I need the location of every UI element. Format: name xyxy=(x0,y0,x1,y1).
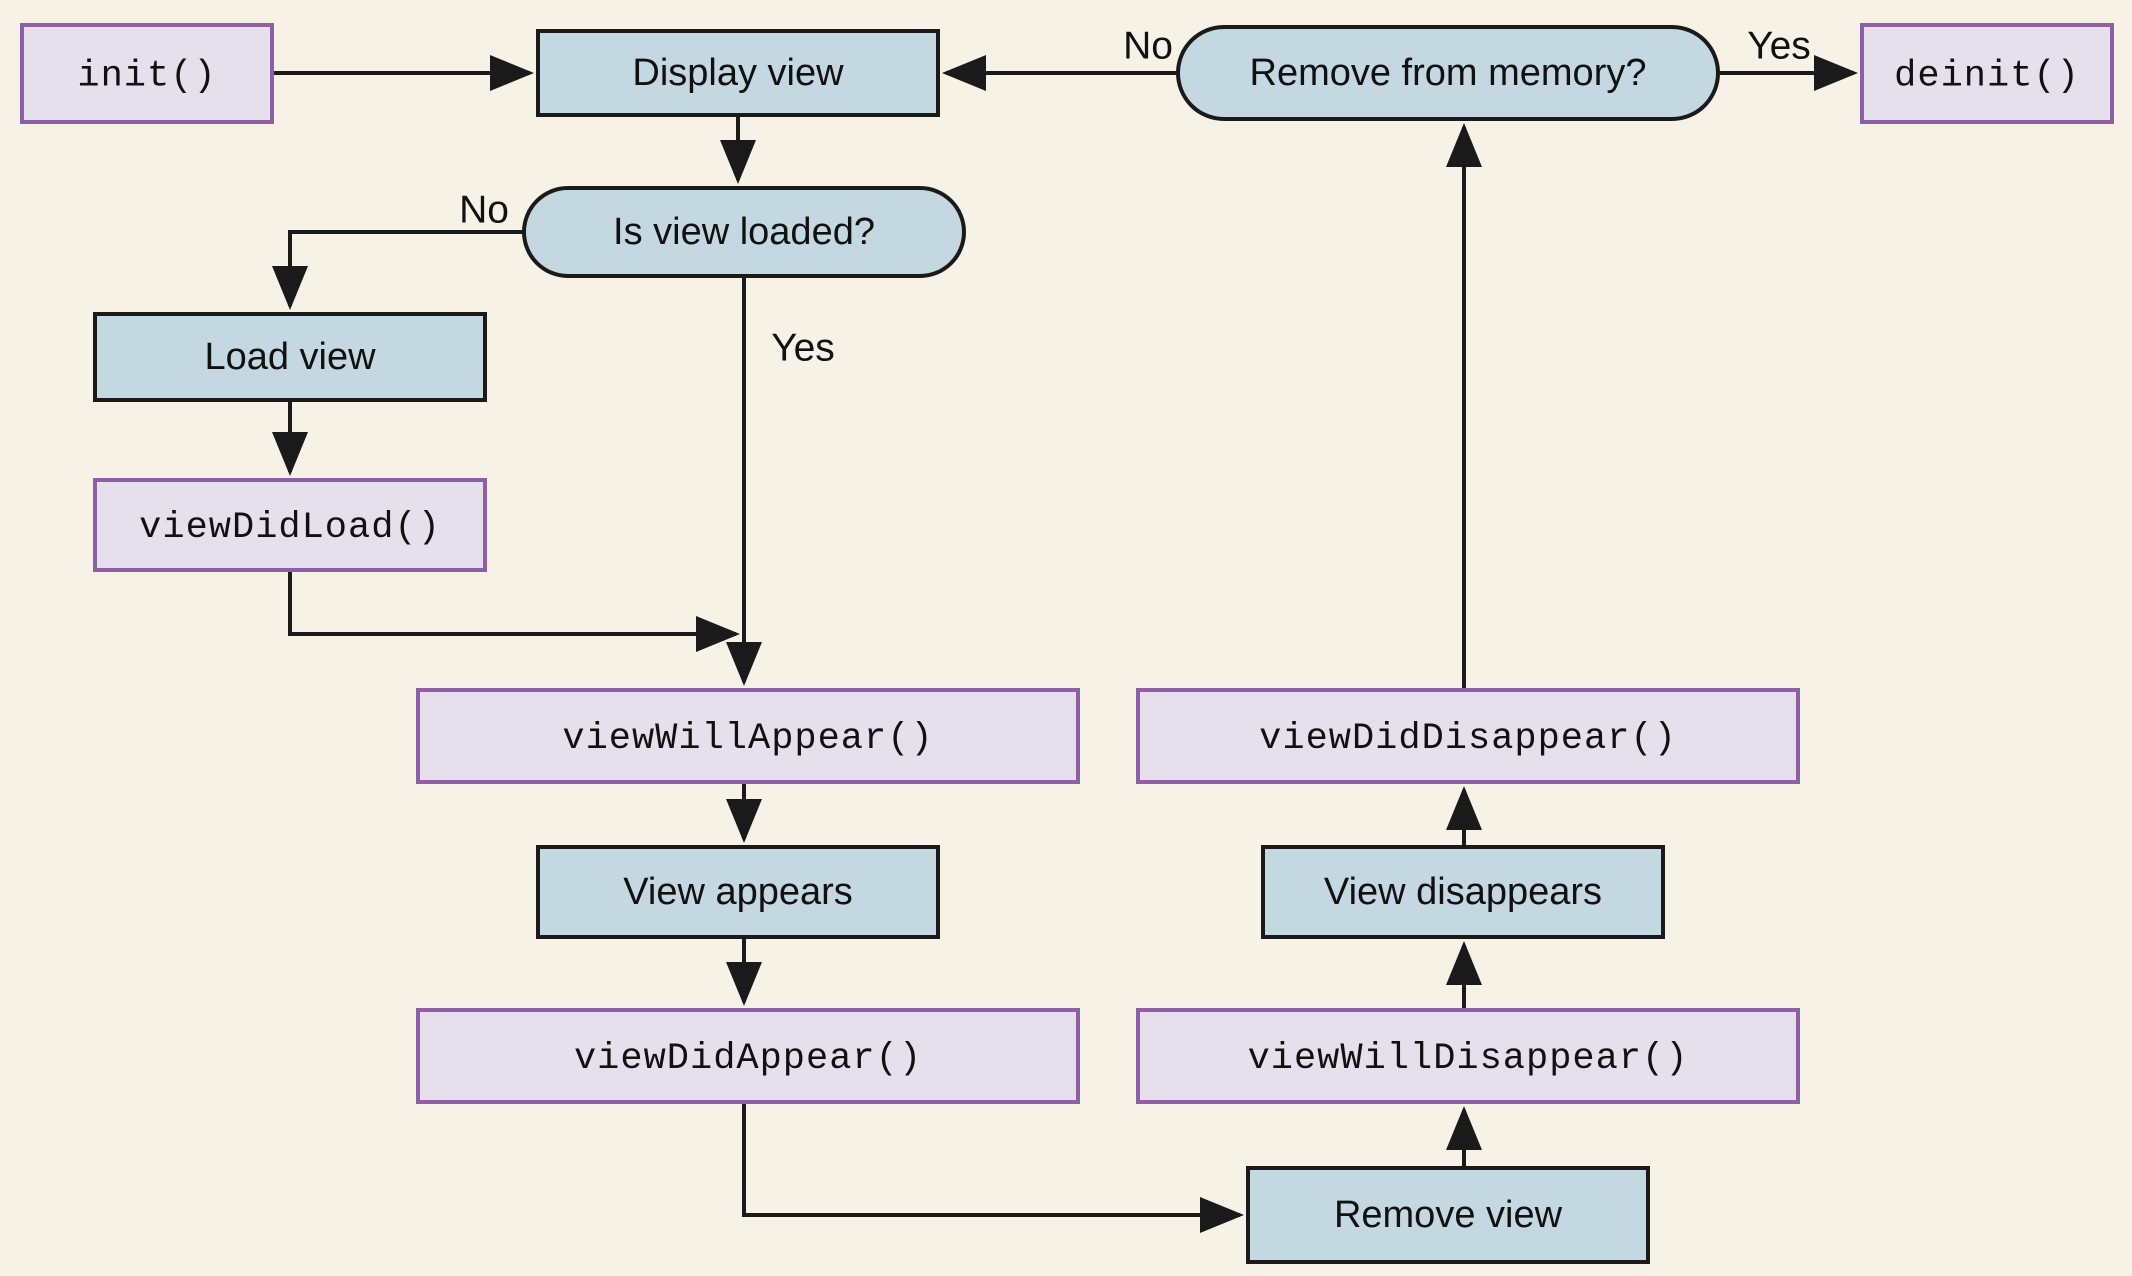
nodes-layer: init() Display view Remove from memory? dei… xyxy=(20,23,2114,1264)
edge-label-label-no-removemem: No xyxy=(1123,24,1173,67)
node-label-view_will_disappear: viewWillDisappear() xyxy=(1248,1038,1689,1080)
flow-node-view_will_disappear: viewWillDisappear() xyxy=(1136,1008,1800,1104)
flow-node-is_view_loaded: Is view loaded? xyxy=(522,186,966,278)
flow-node-display_view: Display view xyxy=(536,29,940,117)
node-label-view_did_load: viewDidLoad() xyxy=(139,507,441,549)
flow-node-init: init() xyxy=(20,23,274,124)
node-label-view_did_appear: viewDidAppear() xyxy=(574,1038,922,1080)
node-label-is_view_loaded: Is view loaded? xyxy=(613,211,875,253)
node-label-remove_from_memory: Remove from memory? xyxy=(1250,52,1647,94)
flow-node-remove_view: Remove view xyxy=(1246,1166,1650,1264)
flow-node-view_will_appear: viewWillAppear() xyxy=(416,688,1080,784)
edge-label-label-yes-deinit: Yes xyxy=(1747,24,1811,67)
flow-node-remove_from_memory: Remove from memory? xyxy=(1176,25,1720,121)
node-label-view_will_appear: viewWillAppear() xyxy=(562,718,933,760)
node-label-load_view: Load view xyxy=(204,336,376,378)
flow-node-view_disappears: View disappears xyxy=(1261,845,1665,939)
flow-edge-isviewloaded-no-to-loadview xyxy=(272,230,524,310)
flow-node-view_did_disappear: viewDidDisappear() xyxy=(1136,688,1800,784)
lifecycle-flowchart: init() Display view Remove from memory? dei… xyxy=(20,23,2114,1264)
node-label-deinit: deinit() xyxy=(1894,55,2080,97)
flow-node-view_appears: View appears xyxy=(536,845,940,939)
flowchart-canvas: init() Display view Remove from memory? dei… xyxy=(0,0,2132,1276)
node-label-remove_view: Remove view xyxy=(1334,1194,1563,1236)
flow-edge-viewdidload-to-yesline xyxy=(288,570,740,652)
node-label-view_appears: View appears xyxy=(623,871,853,913)
node-label-view_disappears: View disappears xyxy=(1324,871,1602,913)
edge-label-label-no-isviewloaded: No xyxy=(459,188,509,231)
flow-node-view_did_appear: viewDidAppear() xyxy=(416,1008,1080,1104)
flow-node-deinit: deinit() xyxy=(1860,23,2114,124)
node-label-init: init() xyxy=(77,55,216,97)
flow-node-view_did_load: viewDidLoad() xyxy=(93,478,487,572)
flow-edge-didappear-to-removeview xyxy=(742,1102,1244,1233)
node-label-view_did_disappear: viewDidDisappear() xyxy=(1259,718,1677,760)
flow-node-load_view: Load view xyxy=(93,312,487,402)
edge-label-label-yes-willappear: Yes xyxy=(771,326,835,369)
node-label-display_view: Display view xyxy=(632,52,844,94)
